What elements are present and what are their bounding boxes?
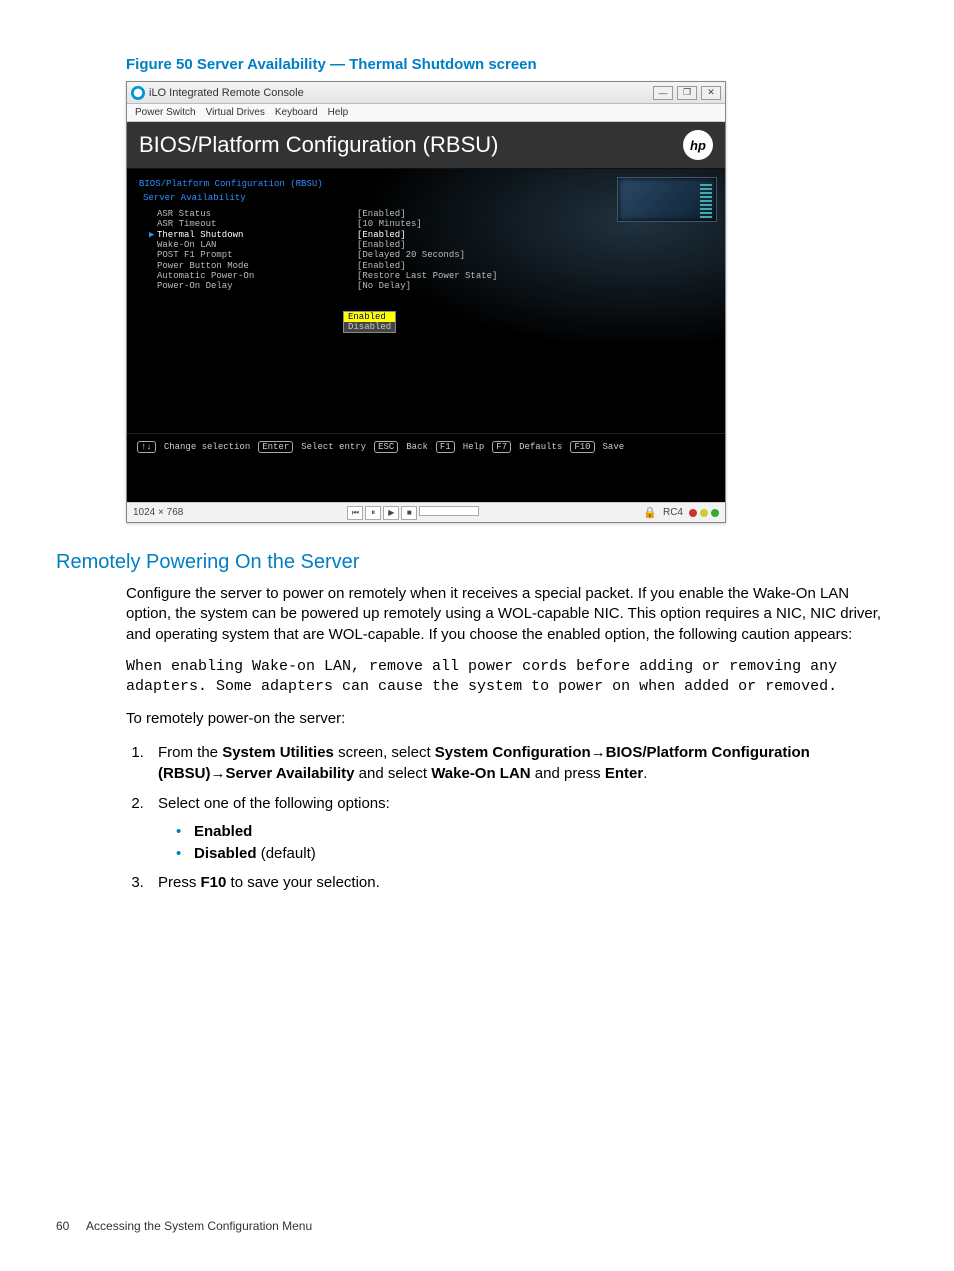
playback-pause-icon[interactable]: ⏸ xyxy=(365,506,381,520)
page-footer: 60 Accessing the System Configuration Me… xyxy=(56,1219,312,1233)
key-enter-label: Select entry xyxy=(301,442,366,452)
key-f1-label: Help xyxy=(463,442,485,452)
setting-value: [Enabled] xyxy=(357,230,406,240)
setting-value: [Restore Last Power State] xyxy=(357,271,497,281)
setting-value: [Enabled] xyxy=(357,209,406,219)
status-led-green-icon xyxy=(711,509,719,517)
menu-keyboard[interactable]: Keyboard xyxy=(275,107,318,118)
status-resolution: 1024 × 768 xyxy=(133,507,183,518)
key-arrows: ↑↓ xyxy=(137,441,156,453)
status-encryption: RC4 xyxy=(663,507,683,518)
option-enabled-bullet: Enabled xyxy=(176,821,898,843)
playback-play-icon[interactable]: ▶ xyxy=(383,506,399,520)
status-led-red-icon xyxy=(689,509,697,517)
setting-power-button-mode[interactable]: Power Button Mode [Enabled] xyxy=(149,261,713,271)
menu-virtual-drives[interactable]: Virtual Drives xyxy=(206,107,265,118)
setting-label: ASR Status xyxy=(157,209,357,219)
maximize-button[interactable]: ❐ xyxy=(677,86,697,100)
setting-thermal-shutdown[interactable]: ▶ Thermal Shutdown [Enabled] xyxy=(149,230,713,240)
setting-value: [10 Minutes] xyxy=(357,219,422,229)
status-bar: 1024 × 768 ⏮ ⏸ ▶ ■ 🔒 RC4 xyxy=(127,502,725,522)
key-f10: F10 xyxy=(570,441,594,453)
setting-label: Thermal Shutdown xyxy=(157,230,357,240)
setting-label: Power-On Delay xyxy=(157,281,357,291)
menu-help[interactable]: Help xyxy=(328,107,349,118)
key-f10-label: Save xyxy=(603,442,625,452)
playback-stop-icon[interactable]: ■ xyxy=(401,506,417,520)
caution-text: When enabling Wake-on LAN, remove all po… xyxy=(126,657,888,698)
setting-automatic-power-on[interactable]: Automatic Power-On [Restore Last Power S… xyxy=(149,271,713,281)
key-esc: ESC xyxy=(374,441,398,453)
setting-value: [Delayed 20 Seconds] xyxy=(357,250,465,260)
setting-label: Automatic Power-On xyxy=(157,271,357,281)
key-esc-label: Back xyxy=(406,442,428,452)
option-disabled[interactable]: Disabled xyxy=(344,322,395,332)
intro-paragraph: Configure the server to power on remotel… xyxy=(126,584,888,645)
step-2: Select one of the following options: Ena… xyxy=(148,793,898,864)
setting-label: Wake-On LAN xyxy=(157,240,357,250)
hp-logo-icon: hp xyxy=(683,130,713,160)
hp-ilo-icon: ⬤ xyxy=(131,86,145,100)
figure-caption: Figure 50 Server Availability — Thermal … xyxy=(126,56,898,73)
step-1: From the System Utilities screen, select… xyxy=(148,742,898,786)
key-hints-bar: ↑↓ Change selection Enter Select entry E… xyxy=(127,433,725,459)
key-f1: F1 xyxy=(436,441,455,453)
server-hero-image xyxy=(617,177,717,222)
setting-wake-on-lan[interactable]: Wake-On LAN [Enabled] xyxy=(149,240,713,250)
key-f7: F7 xyxy=(492,441,511,453)
console-window: ⬤ iLO Integrated Remote Console — ❐ ✕ Po… xyxy=(126,81,726,523)
minimize-button[interactable]: — xyxy=(653,86,673,100)
bios-screen: BIOS/Platform Configuration (RBSU) hp BI… xyxy=(127,122,725,502)
bios-header-title: BIOS/Platform Configuration (RBSU) xyxy=(139,132,498,158)
setting-post-f1-prompt[interactable]: POST F1 Prompt [Delayed 20 Seconds] xyxy=(149,250,713,260)
playback-rewind-icon[interactable]: ⏮ xyxy=(347,506,363,520)
menu-power-switch[interactable]: Power Switch xyxy=(135,107,196,118)
close-button[interactable]: ✕ xyxy=(701,86,721,100)
setting-label: Power Button Mode xyxy=(157,261,357,271)
section-heading: Remotely Powering On the Server xyxy=(56,551,898,574)
key-arrows-label: Change selection xyxy=(164,442,250,452)
setting-label: POST F1 Prompt xyxy=(157,250,357,260)
key-f7-label: Defaults xyxy=(519,442,562,452)
step-3: Press F10 to save your selection. xyxy=(148,872,898,894)
option-disabled-bullet: Disabled (default) xyxy=(176,843,898,865)
lock-icon: 🔒 xyxy=(643,506,657,519)
running-header: Accessing the System Configuration Menu xyxy=(86,1219,312,1233)
lead-in: To remotely power-on the server: xyxy=(126,709,888,729)
setting-power-on-delay[interactable]: Power-On Delay [No Delay] xyxy=(149,281,713,291)
key-enter: Enter xyxy=(258,441,293,453)
page-number: 60 xyxy=(56,1219,69,1233)
window-title: iLO Integrated Remote Console xyxy=(149,87,653,99)
setting-value: [Enabled] xyxy=(357,261,406,271)
setting-value: [Enabled] xyxy=(357,240,406,250)
playback-progress[interactable] xyxy=(419,506,479,516)
window-titlebar: ⬤ iLO Integrated Remote Console — ❐ ✕ xyxy=(127,82,725,104)
menubar: Power Switch Virtual Drives Keyboard Hel… xyxy=(127,104,725,122)
setting-label: ASR Timeout xyxy=(157,219,357,229)
setting-value: [No Delay] xyxy=(357,281,411,291)
option-popup[interactable]: Enabled Disabled xyxy=(343,311,396,333)
status-led-yellow-icon xyxy=(700,509,708,517)
option-enabled[interactable]: Enabled xyxy=(344,312,395,322)
